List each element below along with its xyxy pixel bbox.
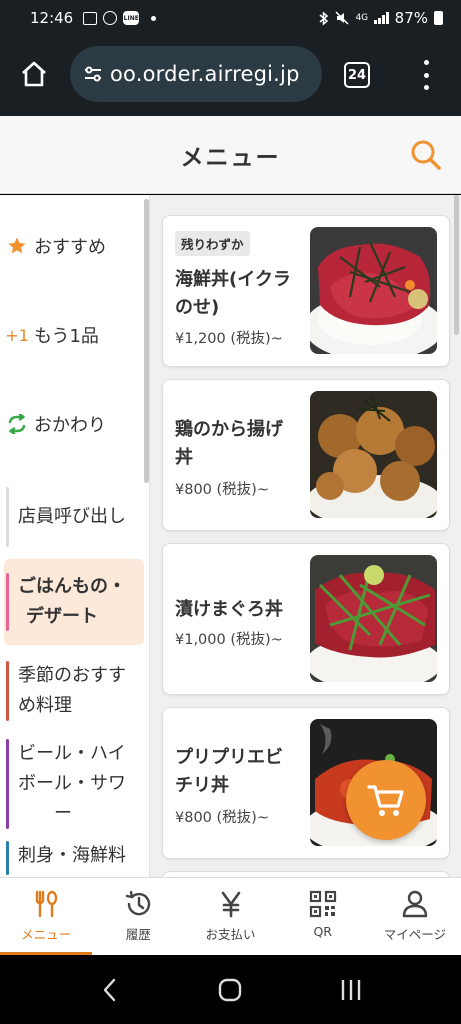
sidebar-item-label: もう1品 — [34, 326, 99, 347]
home-icon — [22, 61, 46, 87]
tab-switcher-button[interactable]: 24 — [344, 62, 370, 88]
sidebar-item-label: ごはんもの・ — [18, 576, 126, 597]
bottom-tab-bar: メニュー 履歴 お支払い QR マイページ — [0, 877, 461, 955]
home-nav-button[interactable] — [200, 970, 260, 1010]
sidebar-item-one-more[interactable]: +1 もう1品 — [0, 318, 144, 352]
sidebar-item-rice-dessert[interactable]: ごはんもの・ デザート — [4, 559, 144, 645]
signal-icon — [374, 12, 389, 24]
recents-button[interactable] — [321, 970, 381, 1010]
tab-mypage[interactable]: マイページ — [369, 878, 461, 955]
tab-label: 履歴 — [125, 927, 151, 942]
sidebar-item-drinks[interactable]: ビール・ハイ ボール・サワ ー — [4, 739, 144, 829]
sidebar-item-label: 刺身・海鮮料 — [18, 845, 126, 866]
sidebar-item-refill[interactable]: おかわり — [0, 407, 144, 441]
sidebar-item-label: め料理 — [18, 695, 72, 716]
tab-qr[interactable]: QR — [277, 878, 369, 955]
recents-icon — [341, 979, 361, 1000]
star-icon — [0, 236, 34, 256]
back-icon — [103, 978, 116, 1001]
sidebar-item-label: ボール・サワ — [18, 773, 126, 794]
sidebar-scrollbar[interactable] — [144, 199, 149, 483]
status-time: 12:46 — [30, 9, 74, 27]
network-type: 4G — [355, 12, 369, 23]
browser-toolbar: oo.order.airregi.jp 24 — [0, 36, 461, 116]
back-button[interactable] — [80, 970, 140, 1010]
menu-item-card[interactable]: 残りわずか 海鮮丼(イクラ のせ) ¥1,200 (税抜)~ — [162, 215, 450, 367]
messenger-icon — [103, 11, 118, 25]
address-bar[interactable]: oo.order.airregi.jp — [70, 46, 322, 102]
qr-code-icon — [309, 888, 337, 920]
search-icon — [411, 140, 441, 170]
gallery-icon — [83, 11, 98, 25]
site-settings-icon[interactable] — [82, 63, 104, 85]
sidebar-item-label: ビール・ハイ — [18, 743, 126, 764]
fork-knife-icon — [31, 888, 61, 920]
yen-icon — [216, 888, 246, 920]
line-app-icon: LINE — [123, 11, 140, 25]
tab-payment[interactable]: お支払い — [184, 878, 276, 955]
menu-item-photo[interactable] — [310, 227, 437, 354]
battery-percent: 87% — [394, 9, 428, 27]
menu-item-name: 海鮮丼(イクラ のせ) — [175, 269, 291, 318]
menu-item-name: 鶏のから揚げ 丼 — [175, 419, 283, 468]
tab-menu[interactable]: メニュー — [0, 878, 93, 955]
menu-item-price: ¥1,200 (税抜)~ — [175, 331, 283, 347]
sidebar-item-label: 店員呼び出し — [18, 506, 126, 527]
menu-item-price: ¥800 (税抜)~ — [175, 482, 269, 498]
sidebar-item-sashimi[interactable]: 刺身・海鮮料 — [4, 841, 144, 875]
notification-icons: LINE — [83, 11, 157, 25]
menu-item-card[interactable]: 漬けまぐろ丼 ¥1,000 (税抜)~ — [162, 543, 450, 695]
browser-home-button[interactable] — [18, 58, 50, 90]
cart-button[interactable] — [346, 760, 426, 840]
sidebar-item-seasonal[interactable]: 季節のおすす め料理 — [4, 661, 144, 721]
page-title: メニュー — [180, 144, 281, 171]
sidebar-item-label: おすすめ — [34, 237, 106, 258]
plus-one-icon: +1 — [5, 325, 29, 345]
app-header: メニュー — [0, 116, 461, 194]
cart-icon — [367, 785, 404, 816]
sidebar-item-label: デザート — [26, 606, 98, 627]
menu-item-name: プリプリエビ チリ丼 — [175, 747, 283, 796]
menu-item-photo[interactable] — [310, 391, 437, 518]
search-button[interactable] — [409, 138, 443, 172]
sidebar-item-recommended[interactable]: おすすめ — [0, 229, 144, 263]
tab-label: お支払い — [205, 927, 256, 942]
more-notifications-icon — [151, 15, 157, 21]
battery-icon — [434, 11, 443, 25]
menu-item-price: ¥1,000 (税抜)~ — [175, 632, 283, 648]
tab-label: QR — [313, 924, 332, 939]
history-icon — [123, 888, 153, 920]
tab-history[interactable]: 履歴 — [92, 878, 184, 955]
sidebar-item-label: ー — [54, 803, 72, 824]
tab-label: マイページ — [383, 927, 447, 942]
menu-item-photo[interactable] — [310, 555, 437, 682]
sidebar-item-label: 季節のおすす — [18, 665, 126, 686]
url-text[interactable]: oo.order.airregi.jp — [110, 62, 300, 86]
category-sidebar[interactable]: おすすめ +1 もう1品 おかわり 店員呼び出し ごはんもの・ デザート 季節の… — [0, 195, 150, 877]
refresh-icon — [0, 414, 34, 434]
low-stock-badge: 残りわずか — [175, 231, 250, 256]
menu-item-price: ¥800 (税抜)~ — [175, 810, 269, 826]
system-navigation-bar — [0, 955, 461, 1024]
menu-scrollbar[interactable] — [454, 195, 459, 335]
menu-item-name: 漬けまぐろ丼 — [175, 599, 283, 620]
browser-menu-button[interactable] — [420, 60, 432, 90]
sidebar-item-call-staff[interactable]: 店員呼び出し — [4, 487, 144, 547]
status-bar: 12:46 LINE 4G 87% — [0, 0, 461, 36]
bluetooth-icon — [319, 10, 329, 26]
tab-label: メニュー — [21, 927, 72, 942]
home-circle-icon — [219, 978, 242, 1001]
person-icon — [400, 888, 430, 920]
system-icons: 4G 87% — [319, 9, 443, 27]
sidebar-item-label: おかわり — [34, 415, 106, 436]
menu-item-card[interactable]: 鶏のから揚げ 丼 ¥800 (税抜)~ — [162, 379, 450, 531]
mute-icon — [335, 11, 349, 25]
